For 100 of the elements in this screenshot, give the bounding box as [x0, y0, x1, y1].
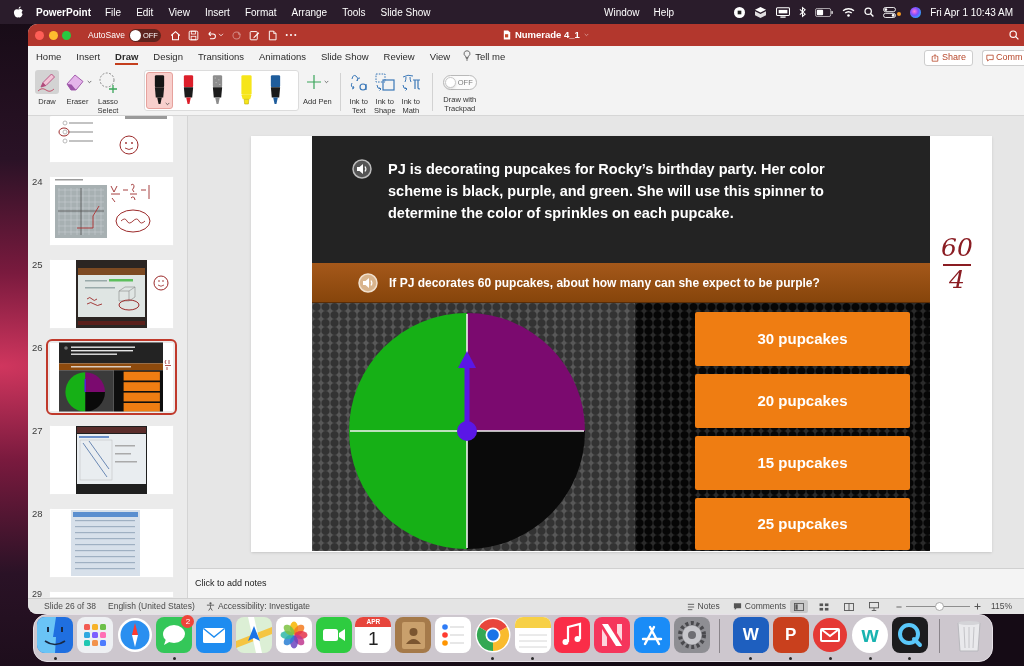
slide-thumbnail[interactable]	[49, 342, 174, 412]
speaker-icon[interactable]	[352, 159, 372, 179]
document-title: Numerade 4_1	[514, 27, 580, 42]
comments-button[interactable]: Comm	[982, 50, 1024, 66]
tell-me-button[interactable]: Tell me	[463, 46, 506, 65]
ink-numerator: 60	[941, 235, 973, 261]
caret-icon	[87, 80, 92, 84]
minimize-window-button[interactable]	[48, 30, 58, 40]
menu-item[interactable]: Insert	[204, 4, 230, 20]
clock[interactable]: Fri Apr 1 10:43 AM	[930, 4, 1013, 20]
slide-thumbnail[interactable]	[49, 425, 174, 495]
view-button[interactable]	[789, 600, 808, 613]
menu-item[interactable]: Slide Show	[380, 4, 431, 20]
menu-item[interactable]: Tools	[342, 4, 366, 20]
tricolor-circle-icon[interactable]	[474, 617, 511, 653]
spinner-pointer[interactable]	[457, 351, 477, 441]
accessibility-icon	[205, 602, 215, 611]
plus-icon[interactable]	[973, 603, 981, 610]
display-icon[interactable]	[776, 6, 791, 18]
slide-thumbnail[interactable]	[49, 508, 174, 578]
box-icon[interactable]	[754, 6, 768, 18]
ribbon-tab[interactable]: Review	[383, 46, 415, 65]
apple-icon[interactable]	[13, 5, 24, 19]
presentation-icon	[868, 602, 879, 611]
checklist-icon[interactable]	[434, 617, 471, 653]
undo-icon[interactable]	[205, 29, 217, 41]
speech-bubble-icon[interactable]	[156, 617, 193, 653]
ribbon-tab[interactable]: View	[429, 46, 451, 65]
menu-item[interactable]: File	[105, 4, 122, 20]
pen-button[interactable]	[146, 72, 173, 109]
menu-item[interactable]: Arrange	[291, 4, 328, 20]
slide-thumbnail[interactable]	[49, 259, 174, 329]
menu-item[interactable]: Edit	[136, 4, 154, 20]
app-menu[interactable]: PowerPoint	[36, 4, 91, 20]
ribbon-tab[interactable]: Draw	[115, 46, 139, 65]
pen-document-icon[interactable]	[248, 29, 260, 41]
music-note-icon[interactable]	[554, 617, 591, 653]
crossed-strokes-icon[interactable]	[633, 617, 670, 653]
slanted-stripe-icon[interactable]	[594, 617, 631, 653]
fraction-line	[943, 264, 971, 266]
language-button[interactable]: English (United States)	[108, 600, 195, 613]
gear-icon[interactable]	[673, 617, 710, 653]
ribbon-tab[interactable]: Slide Show	[321, 46, 369, 65]
compass-icon[interactable]	[116, 617, 153, 653]
accessibility-button[interactable]: Accessibility: Investigate	[205, 600, 311, 613]
ring-tail-icon[interactable]	[891, 617, 928, 653]
comments-button[interactable]: Comments	[732, 600, 786, 613]
slide-number: 28	[31, 508, 44, 519]
grid-view-icon	[818, 602, 829, 611]
menu-item[interactable]: Window	[604, 4, 640, 20]
notes-placeholder[interactable]: Click to add notes	[195, 576, 267, 591]
caret-icon	[165, 102, 170, 106]
zoom-percent[interactable]: 115%	[990, 600, 1012, 613]
envelope-icon[interactable]	[196, 617, 233, 653]
address-book-icon[interactable]	[395, 617, 432, 653]
menu-item[interactable]: Help	[653, 4, 675, 20]
app-grid-icon[interactable]	[76, 617, 113, 653]
caret-icon[interactable]	[217, 33, 224, 37]
slide-number: 27	[31, 425, 44, 436]
more-icon[interactable]	[284, 33, 297, 37]
share-button[interactable]: Share	[923, 50, 973, 66]
map-icon[interactable]	[236, 617, 272, 653]
save-icon[interactable]	[187, 29, 199, 41]
ribbon-tab[interactable]: Home	[36, 46, 62, 65]
control-center-icon[interactable]	[883, 6, 897, 18]
battery-icon[interactable]	[815, 7, 834, 17]
zoom-window-button[interactable]	[62, 30, 71, 40]
lightbulb-icon	[463, 50, 472, 61]
app-tile-button[interactable]: W	[732, 617, 769, 653]
menu-item[interactable]: Format	[244, 4, 277, 20]
speaker-icon[interactable]	[358, 272, 378, 293]
share-icon	[930, 54, 939, 62]
flower-icon[interactable]	[275, 617, 312, 653]
indicator-dot-icon	[897, 11, 902, 16]
slide-position-label: Slide 26 of 38	[44, 600, 96, 613]
slide-number: 26	[31, 342, 44, 353]
ribbon-tab[interactable]: Transitions	[197, 46, 245, 65]
slider-thumb[interactable]	[935, 602, 945, 611]
bluetooth-icon[interactable]	[799, 6, 807, 18]
slide-thumbnail[interactable]	[49, 176, 174, 246]
speech-bubble-icon	[732, 602, 742, 611]
prompt-text: If PJ decorates 60 pupcakes, about how many can she expect to be purple?	[389, 274, 820, 292]
question-text: PJ is decorating pupcakes for Rocky’s birthday party. Her color scheme is black, purple, and green. She will use this spinner to determine the color of sprinkles on each pupcake.	[388, 160, 826, 223]
ribbon-tab[interactable]: Animations	[259, 46, 307, 65]
notes-button[interactable]: Notes	[686, 600, 720, 613]
squares-arrow-icon	[373, 71, 396, 93]
stop-icon[interactable]	[734, 6, 746, 18]
face-tile-icon[interactable]	[37, 617, 73, 653]
ribbon-tab[interactable]: Design	[153, 46, 183, 65]
app-tile-button[interactable]: P	[772, 617, 809, 653]
home-icon[interactable]	[169, 29, 181, 41]
slide-thumbnail[interactable]	[49, 116, 174, 163]
assistant-orb-icon[interactable]	[910, 6, 922, 18]
document-icon[interactable]	[266, 29, 278, 41]
autosave-label: AutoSave	[88, 28, 125, 42]
wifi-icon[interactable]	[842, 7, 856, 17]
menu-item[interactable]: View	[168, 4, 190, 20]
ribbon-tab[interactable]: Insert	[76, 46, 101, 65]
envelope-circle-icon[interactable]	[812, 617, 849, 653]
search-icon[interactable]	[864, 7, 875, 17]
